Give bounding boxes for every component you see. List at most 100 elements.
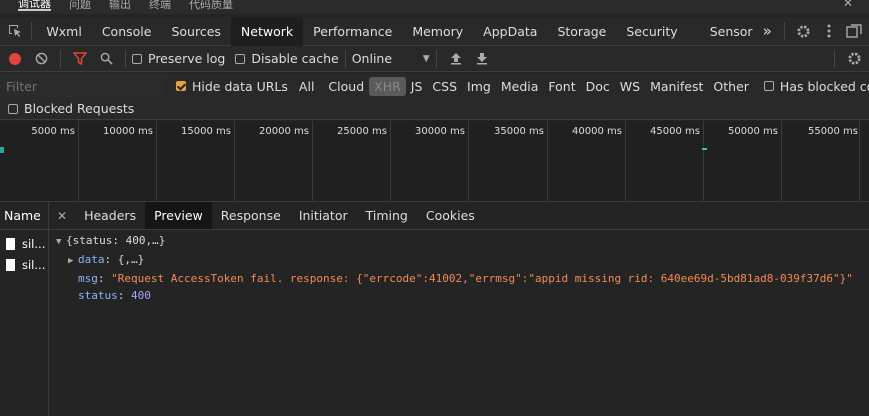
json-status-row: status: 400 xyxy=(78,289,151,302)
more-tabs-icon[interactable]: » xyxy=(757,17,778,46)
filter-type-font[interactable]: Font xyxy=(543,77,580,96)
chevron-down-icon: ▼ xyxy=(422,53,430,64)
blocked-requests-label: Blocked Requests xyxy=(24,101,135,116)
filter-bar: Hide data URLs All Cloud XHR JS CSS Img … xyxy=(0,73,869,99)
request-row[interactable]: sil... xyxy=(0,254,48,275)
timeline-tick: 40000 ms xyxy=(572,121,626,201)
tab-wxml[interactable]: Wxml xyxy=(36,17,91,46)
tab-appdata[interactable]: AppData xyxy=(473,17,547,46)
tab-response[interactable]: Response xyxy=(212,202,290,229)
tick-label: 5000 ms xyxy=(31,126,75,137)
checkbox-box[interactable] xyxy=(235,53,246,64)
json-key: status xyxy=(78,289,118,302)
tab-cookies[interactable]: Cookies xyxy=(417,202,484,229)
blocked-requests-checkbox[interactable]: Blocked Requests xyxy=(8,101,134,116)
top-tab-code-quality[interactable]: 代码质量 xyxy=(189,0,233,10)
tick-label: 30000 ms xyxy=(415,126,465,137)
checkbox-box[interactable] xyxy=(763,81,774,91)
request-row[interactable]: sil... xyxy=(0,233,48,254)
throttling-select[interactable]: Online ▼ xyxy=(352,51,430,66)
search-icon[interactable] xyxy=(93,46,119,72)
triangle-down-icon[interactable]: ▼ xyxy=(56,234,66,251)
timeline-tick: 55000 ms xyxy=(808,121,860,201)
tab-console[interactable]: Console xyxy=(92,17,162,46)
top-tab-output[interactable]: 输出 xyxy=(109,0,131,10)
filter-input[interactable] xyxy=(0,75,164,97)
network-settings-gear-icon[interactable] xyxy=(841,46,867,72)
has-blocked-cookies-label: Has blocked cookies xyxy=(779,78,869,94)
tick-label: 55000 ms xyxy=(808,126,858,137)
filter-type-manifest[interactable]: Manifest xyxy=(645,77,708,96)
inspect-element-icon[interactable] xyxy=(2,18,27,44)
tab-sources[interactable]: Sources xyxy=(161,17,230,46)
filter-type-doc[interactable]: Doc xyxy=(581,77,615,96)
json-data-row[interactable]: ▶ data: {,…} xyxy=(56,251,866,270)
more-options-icon[interactable]: ⋯ xyxy=(813,0,825,6)
timeline-tick: 5000 ms xyxy=(31,121,79,201)
preserve-log-checkbox[interactable]: Preserve log xyxy=(132,51,225,66)
timeline-tick: 35000 ms xyxy=(494,121,548,201)
network-overview-timeline[interactable]: 5000 ms 10000 ms 15000 ms 20000 ms 25000… xyxy=(0,121,869,202)
top-tab-issues[interactable]: 问题 xyxy=(69,0,91,10)
tab-performance[interactable]: Performance xyxy=(303,17,402,46)
request-bar xyxy=(702,148,707,150)
dock-icon[interactable] xyxy=(842,18,867,44)
close-icon[interactable]: ✕ xyxy=(843,0,853,10)
filter-type-cloud[interactable]: Cloud xyxy=(323,77,369,96)
json-key: msg xyxy=(78,272,98,285)
json-value: {,…} xyxy=(117,253,145,266)
triangle-right-icon[interactable]: ▶ xyxy=(68,253,78,270)
tab-preview[interactable]: Preview xyxy=(145,202,212,229)
checkbox-box[interactable] xyxy=(8,103,18,114)
filter-type-js[interactable]: JS xyxy=(406,77,428,96)
document-icon xyxy=(6,237,15,250)
filter-type-xhr[interactable]: XHR xyxy=(369,76,406,96)
json-string-value: "Request AccessToken fail. response: {"e… xyxy=(111,272,853,285)
tab-headers[interactable]: Headers xyxy=(75,202,145,229)
checkbox-box[interactable] xyxy=(176,81,186,91)
divider xyxy=(60,49,61,68)
gear-icon[interactable] xyxy=(791,18,816,44)
filter-icon[interactable] xyxy=(67,46,93,72)
json-root-summary: {status: 400,…} xyxy=(66,234,166,247)
tab-timing[interactable]: Timing xyxy=(357,202,417,229)
disable-cache-label: Disable cache xyxy=(251,51,339,66)
export-har-icon[interactable] xyxy=(469,46,495,72)
tab-network[interactable]: Network xyxy=(230,16,304,46)
has-blocked-cookies-checkbox[interactable]: Has blocked cookies xyxy=(763,78,869,94)
divider xyxy=(344,49,346,68)
json-root-row[interactable]: ▼ {status: 400,…} xyxy=(56,232,866,251)
throttling-value: Online xyxy=(351,51,393,66)
devtools-tab-bar: Wxml Console Sources Network Performance… xyxy=(0,16,869,46)
import-har-icon[interactable] xyxy=(443,46,469,72)
tick-label: 35000 ms xyxy=(494,126,544,137)
clear-icon[interactable] xyxy=(28,46,54,72)
tab-security[interactable]: Security xyxy=(616,17,699,46)
timeline-tick: 20000 ms xyxy=(259,121,313,201)
request-list: Name sil... sil... xyxy=(0,202,49,416)
top-tab-debugger[interactable]: 调试器 xyxy=(18,0,51,11)
record-icon[interactable] xyxy=(2,46,28,72)
filter-type-ws[interactable]: WS xyxy=(615,77,645,96)
filter-type-img[interactable]: Img xyxy=(462,77,496,96)
tab-memory[interactable]: Memory xyxy=(402,17,473,46)
divider xyxy=(435,49,437,68)
filter-type-other[interactable]: Other xyxy=(708,77,754,96)
kebab-menu-icon[interactable] xyxy=(816,18,841,44)
filter-type-media[interactable]: Media xyxy=(496,77,544,96)
filter-type-all[interactable]: All xyxy=(294,77,320,96)
tick-label: 20000 ms xyxy=(259,126,309,137)
disable-cache-checkbox[interactable]: Disable cache xyxy=(235,51,339,66)
name-column-header[interactable]: Name xyxy=(0,202,48,230)
tab-sensor[interactable]: Sensor xyxy=(700,17,757,46)
timeline-tick: 25000 ms xyxy=(337,121,391,201)
checkbox-box[interactable] xyxy=(132,53,142,64)
request-bar xyxy=(0,147,4,153)
tab-initiator[interactable]: Initiator xyxy=(290,202,357,229)
top-tab-terminal[interactable]: 终端 xyxy=(149,0,171,10)
filter-type-css[interactable]: CSS xyxy=(427,77,462,96)
tab-storage[interactable]: Storage xyxy=(547,17,616,46)
timeline-tick: 30000 ms xyxy=(415,121,469,201)
close-detail-icon[interactable]: ✕ xyxy=(49,209,75,223)
hide-data-urls-checkbox[interactable]: Hide data URLs xyxy=(176,79,288,94)
